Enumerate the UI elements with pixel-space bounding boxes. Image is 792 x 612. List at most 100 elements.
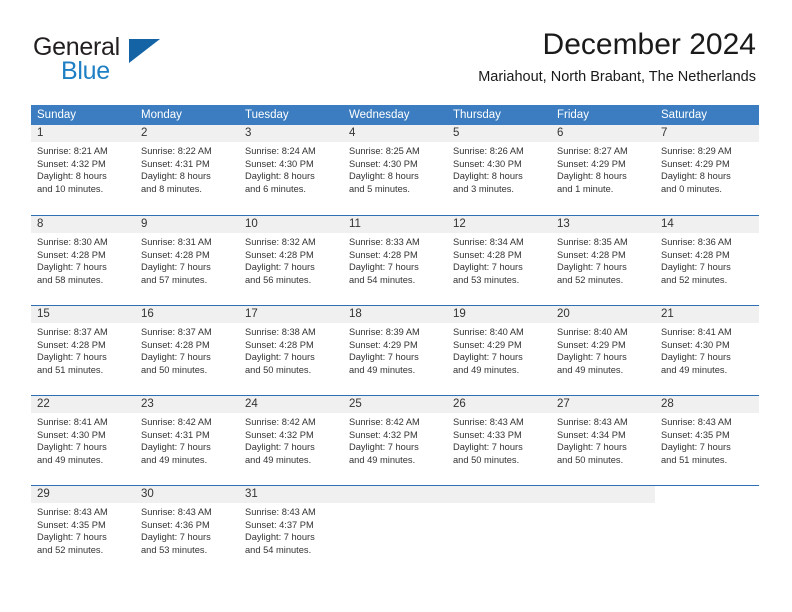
daylight-text-line1: Daylight: 8 hours	[37, 171, 107, 182]
daylight-text-line1: Daylight: 7 hours	[453, 352, 523, 363]
daylight-text-line2: and 49 minutes.	[37, 454, 104, 465]
day-number: 10	[239, 216, 343, 233]
daylight-text-line2: and 52 minutes.	[557, 274, 624, 285]
day-number: 9	[135, 216, 239, 233]
day-number: 6	[551, 125, 655, 142]
sunset-text: Sunset: 4:28 PM	[37, 249, 106, 260]
day-cell-16[interactable]: 16 Sunrise: 8:37 AM Sunset: 4:28 PM Dayl…	[135, 306, 239, 395]
daylight-text-line2: and 58 minutes.	[37, 274, 104, 285]
week-row: 1 Sunrise: 8:21 AM Sunset: 4:32 PM Dayli…	[31, 125, 759, 215]
daylight-text-line1: Daylight: 7 hours	[141, 352, 211, 363]
daylight-text-line2: and 57 minutes.	[141, 274, 208, 285]
sunrise-text: Sunrise: 8:40 AM	[557, 327, 628, 337]
daylight-text-line2: and 54 minutes.	[349, 274, 416, 285]
day-cell-27[interactable]: 27 Sunrise: 8:43 AM Sunset: 4:34 PM Dayl…	[551, 396, 655, 485]
daylight-text-line1: Daylight: 8 hours	[557, 171, 627, 182]
sunrise-text: Sunrise: 8:36 AM	[661, 237, 732, 247]
daylight-text-line2: and 3 minutes.	[453, 183, 514, 194]
daylight-text-line1: Daylight: 7 hours	[557, 262, 627, 273]
day-cell-23[interactable]: 23 Sunrise: 8:42 AM Sunset: 4:31 PM Dayl…	[135, 396, 239, 485]
day-cell-13[interactable]: 13 Sunrise: 8:35 AM Sunset: 4:28 PM Dayl…	[551, 216, 655, 305]
day-cell-20[interactable]: 20 Sunrise: 8:40 AM Sunset: 4:29 PM Dayl…	[551, 306, 655, 395]
day-number: 13	[551, 216, 655, 233]
day-cell-19[interactable]: 19 Sunrise: 8:40 AM Sunset: 4:29 PM Dayl…	[447, 306, 551, 395]
day-cell-10[interactable]: 10 Sunrise: 8:32 AM Sunset: 4:28 PM Dayl…	[239, 216, 343, 305]
day-details: Sunrise: 8:31 AM Sunset: 4:28 PM Dayligh…	[135, 233, 239, 286]
day-cell-11[interactable]: 11 Sunrise: 8:33 AM Sunset: 4:28 PM Dayl…	[343, 216, 447, 305]
day-cell-26[interactable]: 26 Sunrise: 8:43 AM Sunset: 4:33 PM Dayl…	[447, 396, 551, 485]
daylight-text-line1: Daylight: 7 hours	[661, 262, 731, 273]
day-number: 3	[239, 125, 343, 142]
day-number	[551, 486, 655, 503]
daylight-text-line1: Daylight: 7 hours	[661, 442, 731, 453]
day-cell-12[interactable]: 12 Sunrise: 8:34 AM Sunset: 4:28 PM Dayl…	[447, 216, 551, 305]
sunset-text: Sunset: 4:30 PM	[245, 158, 314, 169]
day-cell-17[interactable]: 17 Sunrise: 8:38 AM Sunset: 4:28 PM Dayl…	[239, 306, 343, 395]
day-number: 5	[447, 125, 551, 142]
daylight-text-line1: Daylight: 7 hours	[141, 532, 211, 543]
day-number: 20	[551, 306, 655, 323]
day-details: Sunrise: 8:22 AM Sunset: 4:31 PM Dayligh…	[135, 142, 239, 195]
daylight-text-line1: Daylight: 7 hours	[661, 352, 731, 363]
day-details: Sunrise: 8:38 AM Sunset: 4:28 PM Dayligh…	[239, 323, 343, 376]
day-cell-14[interactable]: 14 Sunrise: 8:36 AM Sunset: 4:28 PM Dayl…	[655, 216, 759, 305]
day-cell-21[interactable]: 21 Sunrise: 8:41 AM Sunset: 4:30 PM Dayl…	[655, 306, 759, 395]
day-details: Sunrise: 8:43 AM Sunset: 4:37 PM Dayligh…	[239, 503, 343, 556]
sunset-text: Sunset: 4:29 PM	[661, 158, 730, 169]
day-cell-24[interactable]: 24 Sunrise: 8:42 AM Sunset: 4:32 PM Dayl…	[239, 396, 343, 485]
day-details: Sunrise: 8:27 AM Sunset: 4:29 PM Dayligh…	[551, 142, 655, 195]
day-cell-30[interactable]: 30 Sunrise: 8:43 AM Sunset: 4:36 PM Dayl…	[135, 486, 239, 575]
daylight-text-line2: and 50 minutes.	[557, 454, 624, 465]
week-row: 29 Sunrise: 8:43 AM Sunset: 4:35 PM Dayl…	[31, 485, 759, 575]
sunrise-text: Sunrise: 8:30 AM	[37, 237, 108, 247]
day-cell-8[interactable]: 8 Sunrise: 8:30 AM Sunset: 4:28 PM Dayli…	[31, 216, 135, 305]
day-cell-9[interactable]: 9 Sunrise: 8:31 AM Sunset: 4:28 PM Dayli…	[135, 216, 239, 305]
day-details: Sunrise: 8:29 AM Sunset: 4:29 PM Dayligh…	[655, 142, 759, 195]
day-number: 1	[31, 125, 135, 142]
daylight-text-line2: and 6 minutes.	[245, 183, 306, 194]
sunset-text: Sunset: 4:29 PM	[349, 339, 418, 350]
day-number	[447, 486, 551, 503]
daylight-text-line2: and 5 minutes.	[349, 183, 410, 194]
day-details: Sunrise: 8:42 AM Sunset: 4:32 PM Dayligh…	[343, 413, 447, 466]
day-cell-6[interactable]: 6 Sunrise: 8:27 AM Sunset: 4:29 PM Dayli…	[551, 125, 655, 215]
day-cell-31[interactable]: 31 Sunrise: 8:43 AM Sunset: 4:37 PM Dayl…	[239, 486, 343, 575]
day-details: Sunrise: 8:37 AM Sunset: 4:28 PM Dayligh…	[31, 323, 135, 376]
title-block: December 2024 Mariahout, North Brabant, …	[478, 28, 756, 86]
day-cell-29[interactable]: 29 Sunrise: 8:43 AM Sunset: 4:35 PM Dayl…	[31, 486, 135, 575]
weekday-header-row: Sunday Monday Tuesday Wednesday Thursday…	[31, 105, 759, 125]
day-number: 2	[135, 125, 239, 142]
daylight-text-line1: Daylight: 7 hours	[349, 442, 419, 453]
day-details: Sunrise: 8:42 AM Sunset: 4:31 PM Dayligh…	[135, 413, 239, 466]
day-details: Sunrise: 8:37 AM Sunset: 4:28 PM Dayligh…	[135, 323, 239, 376]
day-cell-25[interactable]: 25 Sunrise: 8:42 AM Sunset: 4:32 PM Dayl…	[343, 396, 447, 485]
sunset-text: Sunset: 4:28 PM	[453, 249, 522, 260]
day-number: 30	[135, 486, 239, 503]
weekday-tuesday: Tuesday	[245, 109, 289, 121]
day-cell-empty-2	[447, 486, 551, 575]
sunset-text: Sunset: 4:28 PM	[245, 339, 314, 350]
day-details: Sunrise: 8:40 AM Sunset: 4:29 PM Dayligh…	[551, 323, 655, 376]
day-cell-18[interactable]: 18 Sunrise: 8:39 AM Sunset: 4:29 PM Dayl…	[343, 306, 447, 395]
day-cell-28[interactable]: 28 Sunrise: 8:43 AM Sunset: 4:35 PM Dayl…	[655, 396, 759, 485]
week-row: 15 Sunrise: 8:37 AM Sunset: 4:28 PM Dayl…	[31, 305, 759, 395]
day-cell-4[interactable]: 4 Sunrise: 8:25 AM Sunset: 4:30 PM Dayli…	[343, 125, 447, 215]
sunset-text: Sunset: 4:31 PM	[141, 158, 210, 169]
day-cell-2[interactable]: 2 Sunrise: 8:22 AM Sunset: 4:31 PM Dayli…	[135, 125, 239, 215]
page-header: General Blue December 2024 Mariahout, No…	[0, 0, 792, 104]
daylight-text-line2: and 49 minutes.	[349, 454, 416, 465]
daylight-text-line1: Daylight: 7 hours	[453, 262, 523, 273]
day-cell-1[interactable]: 1 Sunrise: 8:21 AM Sunset: 4:32 PM Dayli…	[31, 125, 135, 215]
triangle-logo-icon	[129, 39, 160, 63]
sunset-text: Sunset: 4:28 PM	[349, 249, 418, 260]
day-cell-3[interactable]: 3 Sunrise: 8:24 AM Sunset: 4:30 PM Dayli…	[239, 125, 343, 215]
weekday-friday: Friday	[557, 109, 589, 121]
day-cell-7[interactable]: 7 Sunrise: 8:29 AM Sunset: 4:29 PM Dayli…	[655, 125, 759, 215]
day-number: 15	[31, 306, 135, 323]
calendar-grid: Sunday Monday Tuesday Wednesday Thursday…	[31, 105, 759, 575]
day-cell-5[interactable]: 5 Sunrise: 8:26 AM Sunset: 4:30 PM Dayli…	[447, 125, 551, 215]
day-cell-22[interactable]: 22 Sunrise: 8:41 AM Sunset: 4:30 PM Dayl…	[31, 396, 135, 485]
day-cell-15[interactable]: 15 Sunrise: 8:37 AM Sunset: 4:28 PM Dayl…	[31, 306, 135, 395]
daylight-text-line2: and 49 minutes.	[141, 454, 208, 465]
sunrise-text: Sunrise: 8:38 AM	[245, 327, 316, 337]
